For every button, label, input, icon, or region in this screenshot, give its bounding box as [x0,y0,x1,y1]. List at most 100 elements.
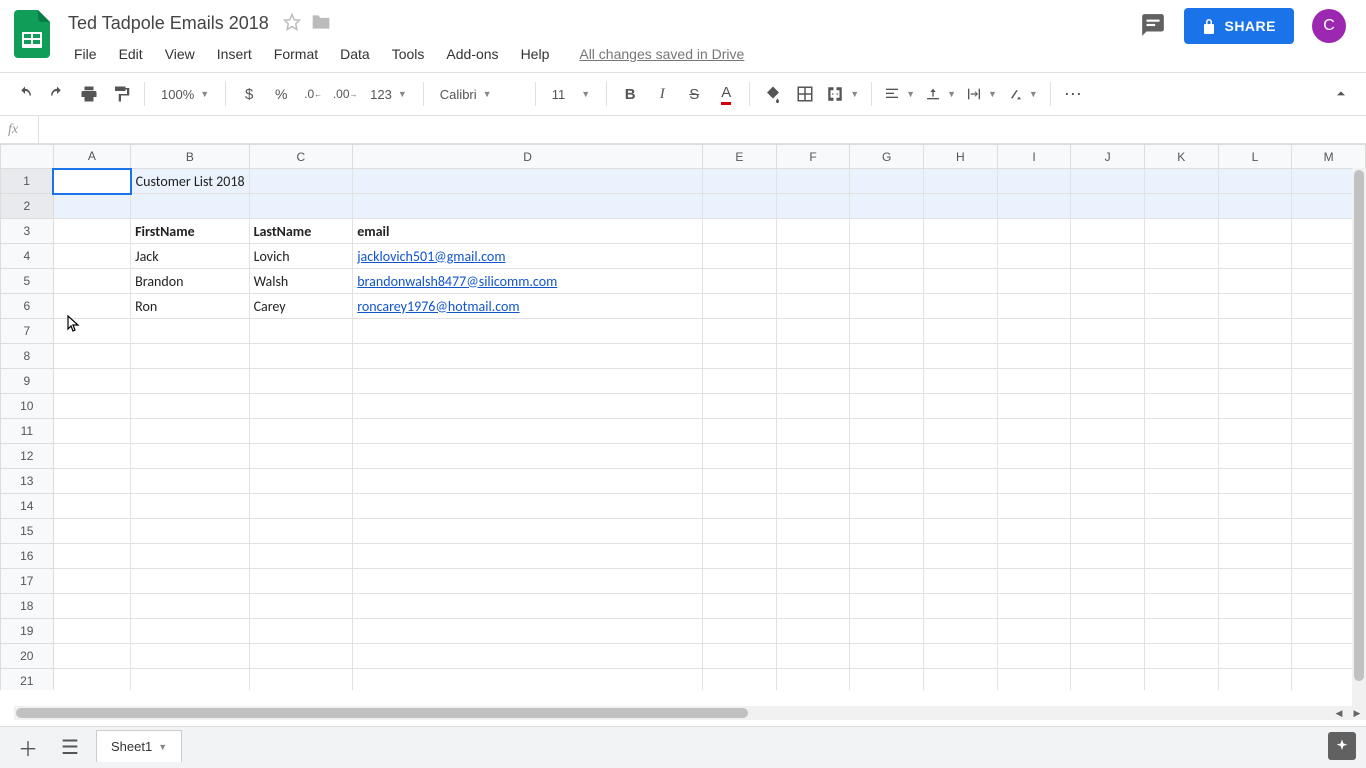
redo-button[interactable] [42,79,72,109]
cell[interactable] [53,644,131,669]
cell[interactable] [1144,419,1218,444]
cell[interactable] [53,419,131,444]
sheets-logo-icon[interactable] [12,8,52,60]
cell[interactable] [997,194,1071,219]
cell[interactable] [1071,519,1145,544]
cell[interactable] [1144,344,1218,369]
cell[interactable] [997,469,1071,494]
cell[interactable] [1071,669,1145,691]
row-header[interactable]: 17 [1,569,54,594]
cell[interactable] [53,444,131,469]
cell[interactable] [1144,444,1218,469]
row-header[interactable]: 16 [1,544,54,569]
cell[interactable] [703,544,777,569]
cell[interactable] [924,544,998,569]
cell[interactable] [249,669,353,691]
cell[interactable] [353,619,703,644]
cell[interactable] [353,419,703,444]
cell[interactable] [850,344,924,369]
cell[interactable] [53,269,131,294]
cell[interactable] [53,319,131,344]
cell[interactable] [997,594,1071,619]
cell[interactable]: LastName [249,219,353,244]
cell[interactable] [924,394,998,419]
cell[interactable] [353,369,703,394]
menu-format[interactable]: Format [264,42,328,66]
sheet-tab-caret-icon[interactable]: ▼ [158,742,167,752]
column-header[interactable]: C [249,145,353,169]
cell[interactable] [131,669,249,691]
cell[interactable] [131,569,249,594]
cell[interactable] [850,169,924,194]
cell[interactable] [353,644,703,669]
cell[interactable] [353,169,703,194]
cell[interactable] [1144,294,1218,319]
scroll-left-button[interactable]: ◀ [1330,706,1348,720]
cell[interactable] [53,244,131,269]
cell[interactable] [776,419,850,444]
cell[interactable]: Carey [249,294,353,319]
cell[interactable] [249,344,353,369]
row-header[interactable]: 4 [1,244,54,269]
cell[interactable] [353,494,703,519]
cell[interactable] [131,594,249,619]
cell[interactable] [924,294,998,319]
cell[interactable] [1218,169,1292,194]
menu-addons[interactable]: Add-ons [436,42,508,66]
cell[interactable] [1144,244,1218,269]
cell[interactable] [1218,369,1292,394]
cell[interactable] [131,494,249,519]
cell[interactable] [1071,419,1145,444]
cell[interactable] [776,294,850,319]
cell[interactable] [924,469,998,494]
row-header[interactable]: 8 [1,344,54,369]
cell[interactable] [924,494,998,519]
cell[interactable] [850,669,924,691]
cell[interactable] [1218,594,1292,619]
cell[interactable] [850,269,924,294]
cell[interactable] [131,544,249,569]
cell[interactable] [850,494,924,519]
cell[interactable] [131,644,249,669]
more-tools-button[interactable]: ⋯ [1059,79,1089,109]
cell[interactable]: jacklovich501@gmail.com [353,244,703,269]
row-header[interactable]: 19 [1,619,54,644]
sheet-tab[interactable]: Sheet1 ▼ [96,730,182,762]
cell[interactable] [997,269,1071,294]
cell[interactable] [924,644,998,669]
cell[interactable] [1071,244,1145,269]
cell[interactable]: Customer List 2018 [131,169,249,194]
cell[interactable] [249,619,353,644]
cell[interactable] [924,194,998,219]
cell[interactable] [131,369,249,394]
decrease-decimal-button[interactable]: .0← [298,79,328,109]
cell[interactable] [249,419,353,444]
cell[interactable] [997,344,1071,369]
cell[interactable] [703,219,777,244]
cell[interactable]: Ron [131,294,249,319]
cell[interactable] [353,519,703,544]
vertical-scrollbar[interactable] [1352,168,1366,706]
cell[interactable] [850,569,924,594]
cell[interactable] [1218,644,1292,669]
cell[interactable] [997,419,1071,444]
rotate-dropdown[interactable]: ▼ [1003,79,1042,109]
cell[interactable] [850,394,924,419]
menu-help[interactable]: Help [511,42,560,66]
cell[interactable] [249,519,353,544]
cell[interactable] [924,319,998,344]
cell[interactable] [703,494,777,519]
row-header[interactable]: 15 [1,519,54,544]
cell[interactable] [353,544,703,569]
cell[interactable] [249,644,353,669]
cell[interactable] [776,594,850,619]
cell[interactable] [1071,394,1145,419]
column-header[interactable]: A [53,145,131,169]
cell[interactable] [131,519,249,544]
cell[interactable] [776,444,850,469]
column-header[interactable]: M [1292,145,1366,169]
column-header[interactable]: E [703,145,777,169]
cell[interactable]: roncarey1976@hotmail.com [353,294,703,319]
cell[interactable] [776,269,850,294]
folder-icon[interactable] [311,13,331,34]
